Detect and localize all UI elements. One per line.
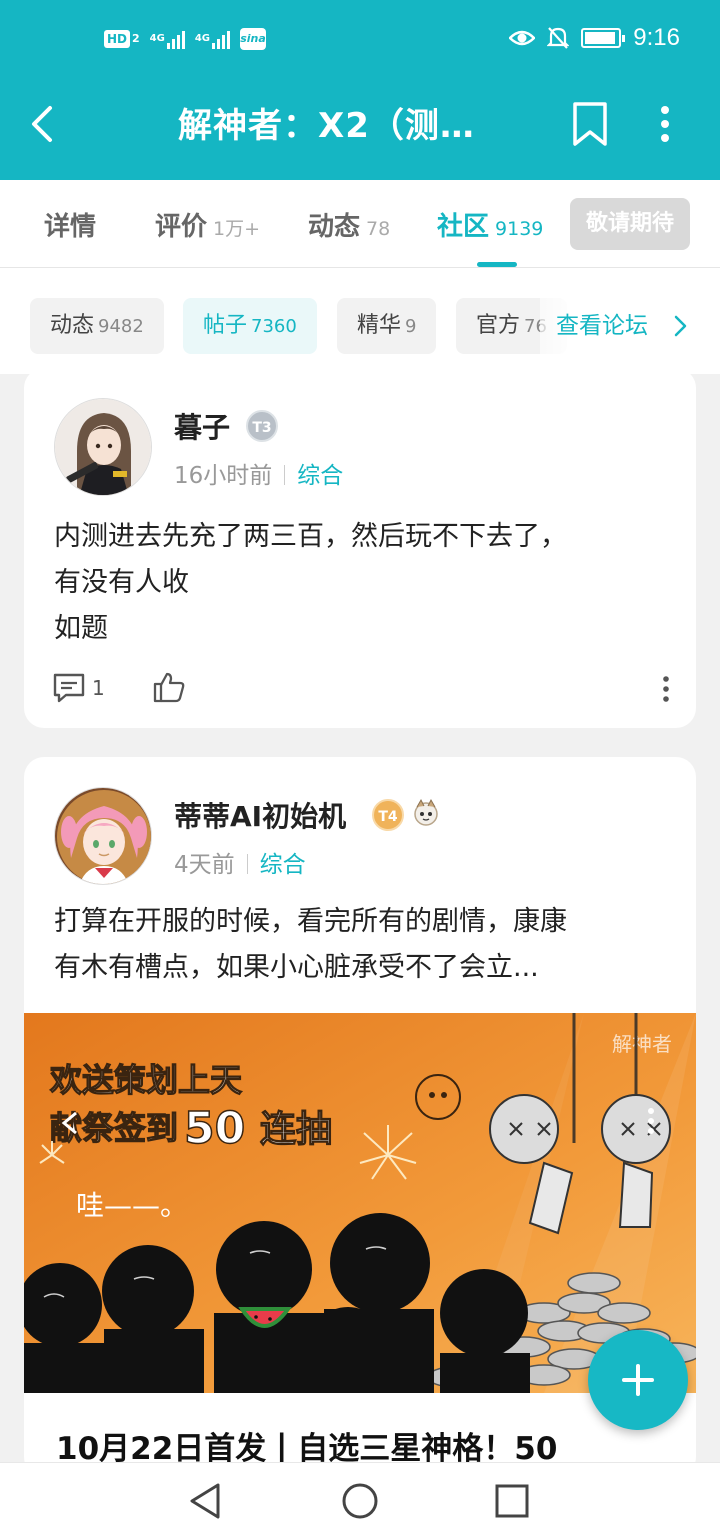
filter-official-label: 官方 — [476, 313, 521, 338]
avatar[interactable] — [54, 398, 152, 496]
weibo-icon: sina — [240, 28, 267, 50]
avatar-illustration — [55, 399, 151, 495]
more-vertical-icon[interactable] — [650, 102, 680, 146]
tab-community-label: 社区 — [437, 212, 490, 242]
bell-off-icon — [547, 27, 570, 49]
image-exclaim-text: 哇——。 — [76, 1189, 188, 1222]
sim-slot-label: 2 — [132, 32, 140, 45]
post-more-icon[interactable] — [660, 674, 672, 704]
filter-updates-count: 9482 — [98, 316, 144, 337]
post-body-line: 如题 — [54, 613, 108, 644]
filter-posts-label: 帖子 — [203, 313, 248, 338]
app-header: HD 2 4G 4G sina 9:16 解神者：X2（测试... — [0, 0, 720, 180]
filter-updates-label: 动态 — [50, 313, 95, 338]
hd-indicator: HD — [104, 30, 131, 48]
system-nav-bar — [0, 1462, 720, 1540]
community-filters: 动态 9482 帖子 7360 精华 9 官方 76 查看论坛 — [0, 268, 720, 374]
signal-icon-2 — [212, 29, 231, 49]
comment-count: 1 — [92, 676, 105, 700]
filter-featured-label: 精华 — [357, 313, 402, 338]
post-actions: 1 — [52, 668, 672, 712]
avatar-illustration — [55, 788, 151, 884]
tab-community-count: 9139 — [495, 218, 544, 240]
post-author[interactable]: 蒂蒂AI初始机 — [174, 795, 346, 835]
filter-chip-updates[interactable]: 动态 9482 — [30, 298, 164, 354]
post-meta: 4天前 综合 — [174, 845, 306, 879]
post-body-line: 有没有人收 — [54, 567, 189, 598]
nav-home-icon[interactable] — [340, 1481, 380, 1521]
active-tab-indicator — [477, 262, 517, 267]
status-right: 9:16 — [509, 24, 680, 52]
filter-chip-featured[interactable]: 精华 9 — [337, 298, 437, 354]
tab-reviews[interactable]: 评价 1万+ — [155, 206, 260, 243]
tab-updates-count: 78 — [366, 218, 391, 240]
tab-community[interactable]: 社区 9139 — [437, 206, 543, 243]
image-headline-line2-suffix: 连抽 — [260, 1109, 332, 1150]
eye-icon — [509, 30, 536, 46]
post-body-line: 打算在开服的时候，看完所有的剧情，康康 — [54, 906, 567, 937]
chevron-right-icon — [674, 315, 687, 337]
post-body[interactable]: 内测进去先充了两三百，然后玩不下去了， 有没有人收 如题 — [54, 514, 674, 652]
create-post-button[interactable] — [588, 1330, 688, 1430]
battery-icon — [581, 28, 626, 48]
level-badge-icon: T3 — [246, 410, 278, 442]
post-body[interactable]: 打算在开服的时候，看完所有的剧情，康康 有木有槽点，如果小心脏承受不了会立... — [54, 899, 674, 991]
post-time: 4天前 — [174, 852, 235, 878]
nav-back-icon[interactable] — [186, 1481, 226, 1521]
signal-icon-1 — [166, 29, 185, 49]
tab-details[interactable]: 详情 — [44, 206, 102, 243]
filter-featured-count: 9 — [405, 316, 417, 337]
status-time: 9:16 — [633, 24, 680, 51]
post-category[interactable]: 综合 — [297, 463, 343, 489]
image-headline-number: 50 — [184, 1103, 245, 1154]
post-body-line: 内测进去先充了两三百，然后玩不下去了， — [54, 521, 567, 552]
bookmark-icon[interactable] — [570, 100, 610, 148]
thumbs-up-icon[interactable] — [152, 670, 186, 704]
title-bar: 解神者：X2（测试... — [0, 82, 720, 168]
image-watermark: 解神者 — [612, 1032, 672, 1056]
post-time: 16小时前 — [174, 463, 273, 489]
image-headline-line1: 欢送策划上天 — [49, 1061, 242, 1099]
tab-reviews-label: 评价 — [155, 212, 208, 242]
tab-updates[interactable]: 动态 78 — [308, 206, 390, 243]
filter-chip-posts[interactable]: 帖子 7360 — [183, 298, 317, 354]
back-arrow-icon[interactable] — [26, 102, 62, 146]
view-forum-label: 查看论坛 — [556, 313, 648, 339]
meta-divider — [246, 854, 248, 874]
page-title: 解神者：X2（测试... — [178, 106, 508, 146]
post-category[interactable]: 综合 — [260, 852, 306, 878]
tab-updates-label: 动态 — [308, 212, 361, 242]
mascot-badge-icon — [414, 798, 438, 826]
status-bar: HD 2 4G 4G sina 9:16 — [0, 22, 720, 62]
network-label-2: 4G — [194, 33, 211, 44]
tab-reviews-count: 1万+ — [213, 218, 261, 240]
view-forum-link[interactable]: 查看论坛 — [540, 298, 720, 354]
detail-tabs: 详情 评价 1万+ 动态 78 社区 9139 敬请期待 — [0, 180, 720, 268]
plus-icon — [622, 1364, 654, 1396]
post-card[interactable]: 暮子 T3 16小时前 综合 内测进去先充了两三百，然后玩不下去了， 有没有人收 … — [24, 368, 696, 728]
post-meta: 16小时前 综合 — [174, 456, 343, 490]
avatar[interactable] — [54, 787, 152, 885]
comment-icon[interactable] — [52, 672, 86, 704]
status-left: HD 2 4G 4G sina — [104, 28, 267, 50]
level-badge-icon: T4 — [372, 799, 404, 831]
coming-soon-button[interactable]: 敬请期待 — [570, 198, 690, 250]
nav-recents-icon[interactable] — [492, 1481, 532, 1521]
meta-divider — [284, 465, 286, 485]
network-label-1: 4G — [149, 33, 165, 44]
filter-posts-count: 7360 — [251, 316, 297, 337]
post-body-line: 有木有槽点，如果小心脏承受不了会立... — [54, 952, 539, 983]
post-author[interactable]: 暮子 — [174, 406, 230, 446]
tab-details-label: 详情 — [44, 212, 97, 242]
